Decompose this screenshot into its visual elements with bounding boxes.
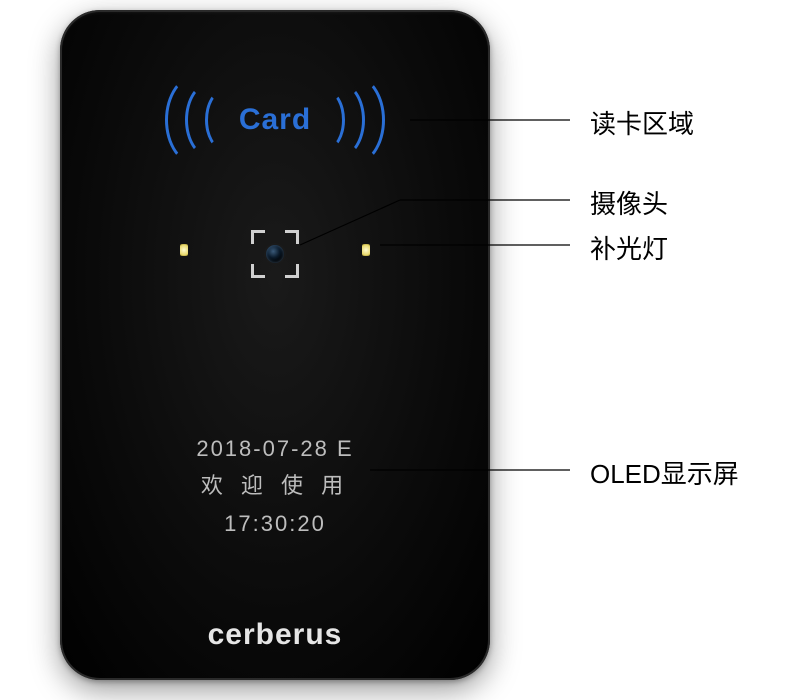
focus-frame-icon <box>285 264 299 278</box>
card-read-area: Card <box>145 90 405 150</box>
focus-frame-icon <box>285 230 299 244</box>
brand-logo: cerberus <box>208 618 343 652</box>
camera-row <box>60 220 490 280</box>
screen-date: 2018-07-28 E <box>196 430 353 467</box>
camera-lens-icon <box>266 245 284 263</box>
fill-light-led <box>362 244 370 256</box>
callout-oled: OLED显示屏 <box>590 454 739 491</box>
fill-light-led <box>180 244 188 256</box>
focus-frame-icon <box>251 264 265 278</box>
oled-screen: 2018-07-28 E 欢 迎 使 用 17:30:20 <box>196 430 353 542</box>
screen-welcome: 欢 迎 使 用 <box>196 467 353 504</box>
camera <box>251 230 299 278</box>
callout-card-area: 读卡区域 <box>590 104 694 141</box>
rf-wave-icon <box>321 74 385 166</box>
callout-led: 补光灯 <box>590 229 668 266</box>
screen-time: 17:30:20 <box>196 505 353 542</box>
focus-frame-icon <box>251 230 265 244</box>
rf-wave-icon <box>165 74 229 166</box>
card-label: Card <box>239 103 311 137</box>
callout-camera: 摄像头 <box>590 184 668 221</box>
card-reader-device: Card 2018-07-28 E 欢 迎 使 用 17:30:20 cerbe… <box>60 10 490 680</box>
